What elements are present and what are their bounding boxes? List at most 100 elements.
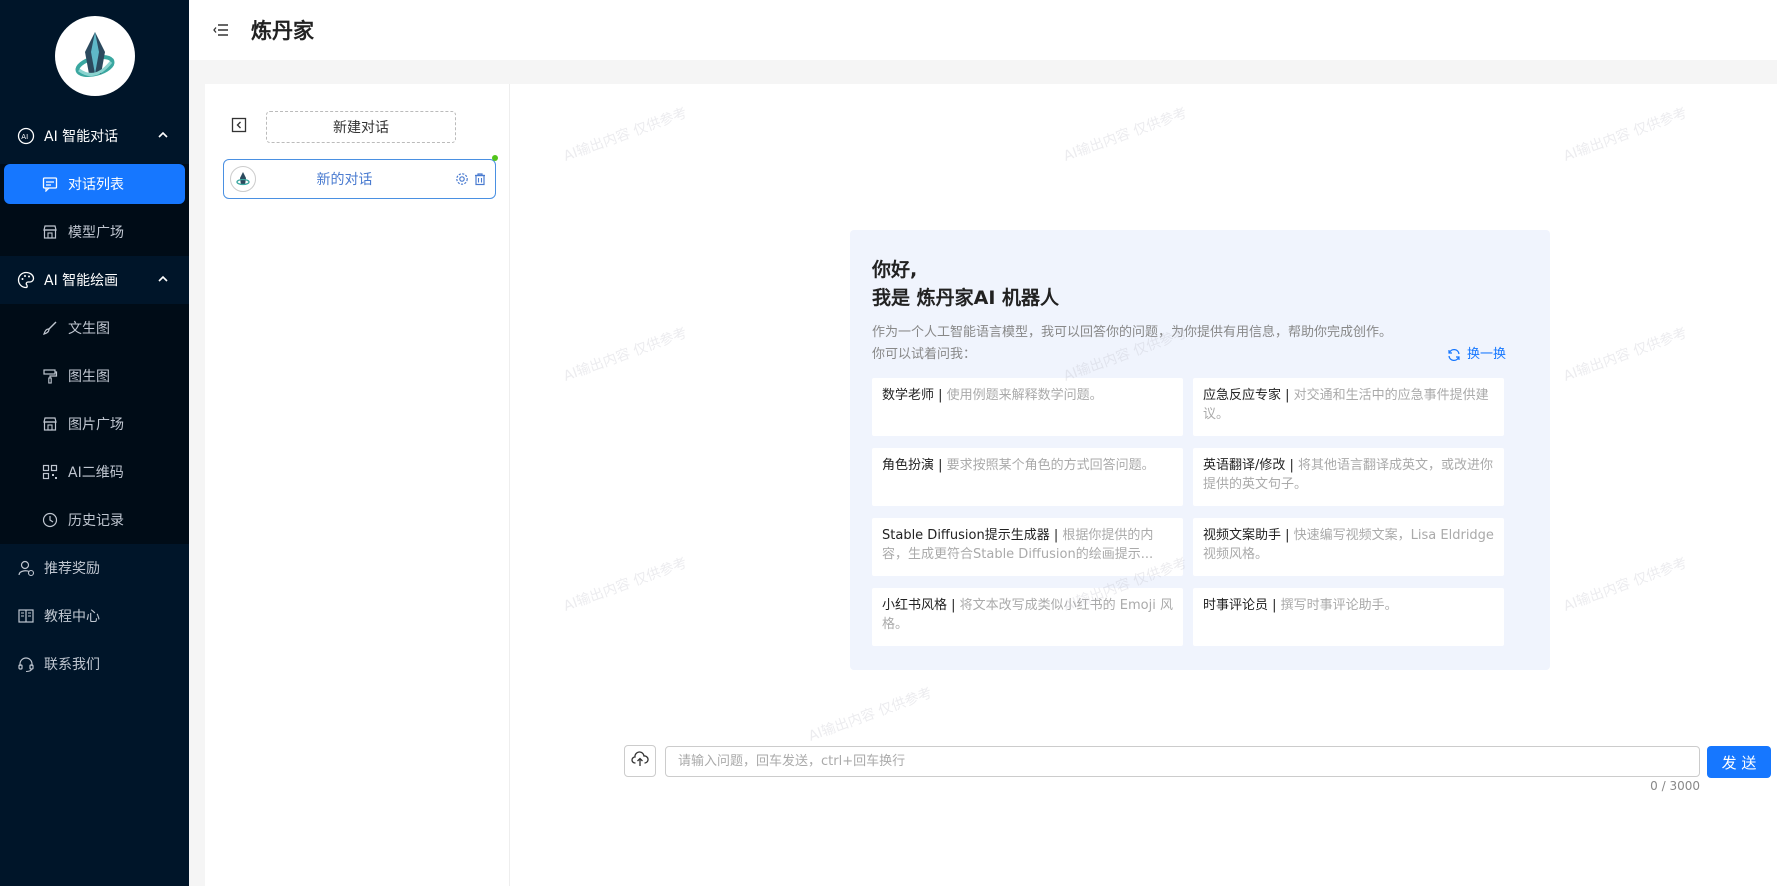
sidebar-item-label: 推荐奖励 (44, 561, 100, 577)
watermark: AI输出内容 仅供参考 (1561, 555, 1690, 615)
menu-group-label: AI 智能绘画 (44, 273, 119, 289)
prompt-card[interactable]: Stable Diffusion提示生成器 | 根据你提供的内容，生成更符合St… (872, 518, 1183, 576)
prompt-title: 角色扮演 (882, 458, 935, 473)
sidebar-item-label: 图片广场 (68, 417, 124, 433)
sidebar-item-tutorial[interactable]: 教程中心 (0, 592, 189, 640)
sidebar-item-label: 图生图 (68, 369, 110, 385)
menu-group-ai-chat[interactable]: AI AI 智能对话 (0, 112, 189, 160)
crystal-logo-icon (236, 172, 250, 186)
watermark: AI输出内容 仅供参考 (1561, 105, 1690, 165)
welcome-description: 作为一个人工智能语言模型，我可以回答你的问题，为你提供有用信息，帮助你完成创作。 (872, 325, 1393, 340)
prompt-title: 时事评论员 (1203, 598, 1269, 613)
gear-icon[interactable] (453, 170, 471, 188)
prompt-title: 英语翻译/修改 (1203, 458, 1286, 473)
message-icon (40, 174, 60, 194)
sidebar-item-ai-qrcode[interactable]: AI二维码 (0, 448, 189, 496)
cloud-upload-icon (631, 751, 649, 771)
chevron-up-icon (157, 129, 169, 145)
sidebar-item-contact[interactable]: 联系我们 (0, 640, 189, 688)
conversation-name: 新的对话 (316, 172, 373, 188)
qrcode-icon (40, 462, 60, 482)
try-label: 你可以试着问我： (872, 347, 977, 362)
greeting-line-2: 我是 炼丹家AI 机器人 (872, 287, 1060, 309)
prompt-card[interactable]: 英语翻译/修改 | 将其他语言翻译成英文，或改进你提供的英文句子。 (1193, 448, 1504, 506)
page-title: 炼丹家 (251, 19, 314, 43)
prompt-card[interactable]: 时事评论员 | 撰写时事评论助手。 (1193, 588, 1504, 646)
chat-input[interactable] (665, 746, 1700, 777)
active-dot (492, 155, 498, 161)
sidebar-item-label: 联系我们 (44, 657, 100, 673)
user-reward-icon (16, 558, 36, 578)
app-logo[interactable] (54, 16, 135, 96)
prompt-card[interactable]: 角色扮演 | 要求按照某个角色的方式回答问题。 (872, 448, 1183, 506)
prompt-grid: 数学老师 | 使用例题来解释数学问题。 应急反应专家 | 对交通和生活中的应急事… (872, 378, 1528, 646)
sidebar-item-label: 对话列表 (68, 177, 124, 193)
prompt-title: 视频文案助手 (1203, 528, 1282, 543)
prompt-title: 小红书风格 (882, 598, 948, 613)
welcome-card: 你好, 我是 炼丹家AI 机器人 作为一个人工智能语言模型，我可以回答你的问题，… (850, 230, 1550, 670)
book-icon (16, 606, 36, 626)
prompt-title: 数学老师 (882, 388, 935, 403)
trash-icon[interactable] (471, 170, 489, 188)
chevron-up-icon (157, 273, 169, 289)
avatar (230, 166, 256, 192)
prompt-desc: 撰写时事评论助手。 (1280, 598, 1398, 613)
sidebar-item-label: 教程中心 (44, 609, 100, 625)
sidebar-item-referral[interactable]: 推荐奖励 (0, 544, 189, 592)
sidebar-item-label: 历史记录 (68, 513, 124, 529)
sidebar-item-chat-list[interactable]: 对话列表 (4, 164, 185, 204)
sidebar-item-image-plaza[interactable]: 图片广场 (0, 400, 189, 448)
prompt-card[interactable]: 视频文案助手 | 快速编写视频文案，Lisa Eldridge视频风格。 (1193, 518, 1504, 576)
logo-area (0, 0, 189, 112)
conversation-panel: 新建对话 新的对话 (205, 84, 510, 886)
upload-button[interactable] (624, 745, 656, 777)
brush-icon (40, 318, 60, 338)
char-counter: 0 / 3000 (1650, 779, 1700, 793)
watermark: AI输出内容 仅供参考 (561, 555, 690, 615)
watermark: AI输出内容 仅供参考 (1561, 325, 1690, 385)
prompt-title: Stable Diffusion提示生成器 (882, 528, 1050, 543)
sidebar-item-label: 模型广场 (68, 225, 124, 241)
prompt-card[interactable]: 数学老师 | 使用例题来解释数学问题。 (872, 378, 1183, 436)
menu-group-ai-painting[interactable]: AI 智能绘画 (0, 256, 189, 304)
sidebar-item-text-to-image[interactable]: 文生图 (0, 304, 189, 352)
sidebar-item-image-to-image[interactable]: 图生图 (0, 352, 189, 400)
sidebar-item-label: 文生图 (68, 321, 110, 337)
refresh-icon (1447, 348, 1461, 362)
palette-icon (16, 270, 36, 290)
menu-group-label: AI 智能对话 (44, 129, 119, 145)
top-header: 炼丹家 (189, 0, 1777, 60)
sidebar: AI AI 智能对话 对话列表 模型广场 AI 智能绘画 文生图 图生图 图片广… (0, 0, 189, 886)
watermark: AI输出内容 仅供参考 (1061, 105, 1190, 165)
prompt-desc: 使用例题来解释数学问题。 (946, 388, 1103, 403)
roller-icon (40, 366, 60, 386)
sidebar-item-history[interactable]: 历史记录 (0, 496, 189, 544)
store-icon (40, 414, 60, 434)
prompt-card[interactable]: 小红书风格 | 将文本改写成类似小红书的 Emoji 风格。 (872, 588, 1183, 646)
sidebar-item-label: AI二维码 (68, 465, 124, 481)
svg-text:AI: AI (21, 133, 28, 141)
watermark: AI输出内容 仅供参考 (561, 105, 690, 165)
send-button[interactable]: 发 送 (1707, 746, 1771, 778)
headset-icon (16, 654, 36, 674)
refresh-button[interactable]: 换一换 (1447, 344, 1506, 366)
collapse-panel-icon[interactable] (231, 117, 249, 135)
ai-chat-icon: AI (16, 126, 36, 146)
try-row: 你可以试着问我： 换一换 (872, 344, 1528, 366)
prompt-desc: 要求按照某个角色的方式回答问题。 (946, 458, 1155, 473)
watermark: AI输出内容 仅供参考 (561, 325, 690, 385)
crystal-logo-icon (74, 32, 115, 78)
watermark: AI输出内容 仅供参考 (806, 685, 935, 745)
menu-fold-icon[interactable] (211, 20, 231, 40)
prompt-card[interactable]: 应急反应专家 | 对交通和生活中的应急事件提供建议。 (1193, 378, 1504, 436)
greeting-line-1: 你好, (872, 259, 918, 281)
conversation-item[interactable]: 新的对话 (223, 155, 498, 199)
submenu-ai-chat: 对话列表 模型广场 (0, 164, 189, 256)
new-chat-button[interactable]: 新建对话 (266, 111, 456, 143)
sidebar-item-model-plaza[interactable]: 模型广场 (0, 208, 189, 256)
clock-icon (40, 510, 60, 530)
prompt-title: 应急反应专家 (1203, 388, 1282, 403)
submenu-ai-painting: 文生图 图生图 图片广场 AI二维码 历史记录 (0, 304, 189, 544)
refresh-label: 换一换 (1466, 347, 1506, 362)
store-icon (40, 222, 60, 242)
